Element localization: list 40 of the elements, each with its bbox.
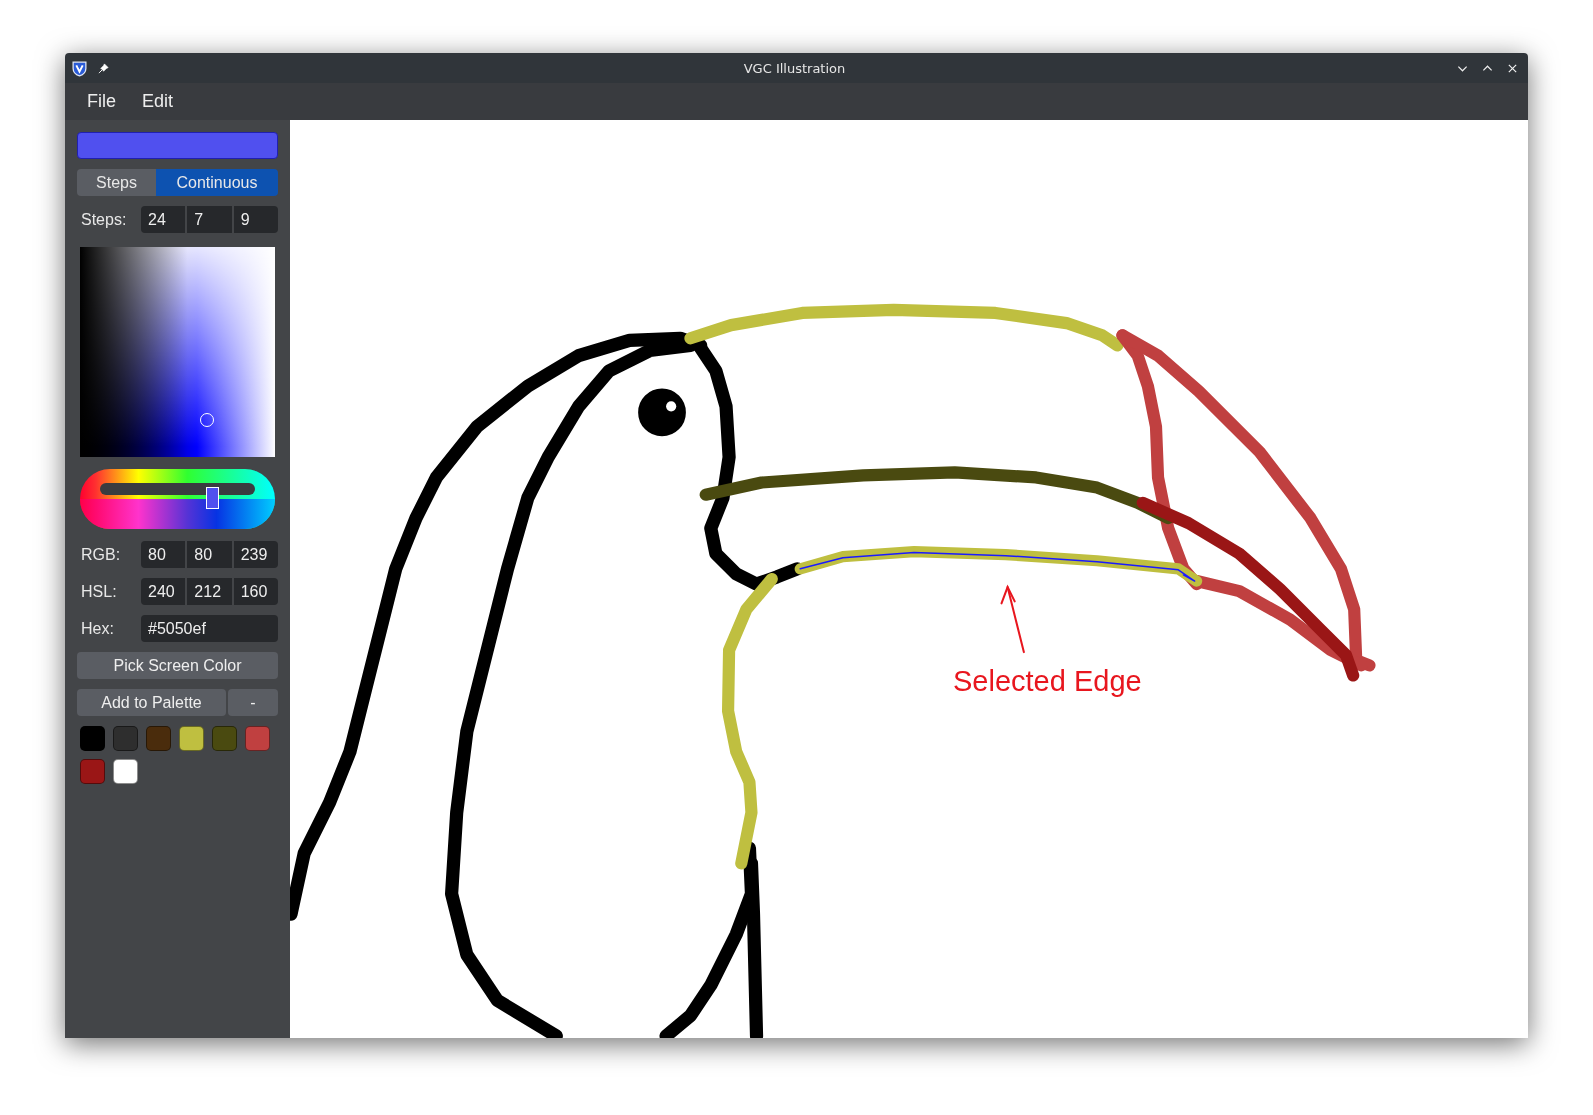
palette-swatch[interactable] [80, 759, 105, 784]
current-color-swatch[interactable] [77, 132, 278, 159]
steps-field[interactable]: 24 [141, 206, 186, 233]
hue-slider[interactable] [80, 469, 275, 529]
hex-field[interactable]: #5050ef [141, 615, 278, 642]
palette-swatch[interactable] [113, 726, 138, 751]
rgb-field[interactable]: 239 [233, 541, 278, 568]
field-label: RGB: [80, 545, 122, 564]
palette-swatch[interactable] [179, 726, 204, 751]
close-icon[interactable] [1507, 62, 1518, 74]
menu-item[interactable]: Edit [132, 87, 184, 116]
annotation-arrow [1000, 584, 1025, 654]
steps-field[interactable]: 7 [187, 206, 232, 233]
drawing-canvas[interactable]: Selected Edge [290, 120, 1528, 1038]
palette-swatch[interactable] [146, 726, 171, 751]
rgb-field[interactable]: 80 [141, 541, 186, 568]
annotation-text: Selected Edge [953, 665, 1142, 698]
app-logo-icon [71, 59, 88, 77]
mode-tab[interactable]: Steps [77, 169, 156, 196]
hsl-field[interactable]: 240 [141, 578, 186, 605]
hsl-field[interactable]: 160 [233, 578, 278, 605]
palette-swatch[interactable] [212, 726, 237, 751]
field-label: HSL: [80, 582, 118, 601]
pin-icon[interactable] [98, 62, 109, 74]
add-to-palette-button[interactable]: Add to Palette [77, 689, 226, 716]
hsl-field[interactable]: 212 [187, 578, 232, 605]
field-label: Steps: [80, 210, 128, 229]
slider-thumb[interactable] [205, 487, 219, 509]
palette-swatch[interactable] [80, 726, 105, 751]
palette-swatch[interactable] [113, 759, 138, 784]
pick-screen-color-button[interactable]: Pick Screen Color [77, 652, 278, 679]
steps-field[interactable]: 9 [233, 206, 278, 233]
saturation-value-picker[interactable] [80, 247, 275, 457]
field-label: Hex: [80, 619, 115, 638]
remove-button[interactable]: - [228, 689, 278, 716]
menu-item[interactable]: File [77, 87, 126, 116]
rgb-field[interactable]: 80 [187, 541, 232, 568]
window-title: VGC Illustration [742, 60, 847, 76]
mode-tab[interactable]: Continuous [156, 169, 278, 196]
palette-swatch[interactable] [245, 726, 270, 751]
